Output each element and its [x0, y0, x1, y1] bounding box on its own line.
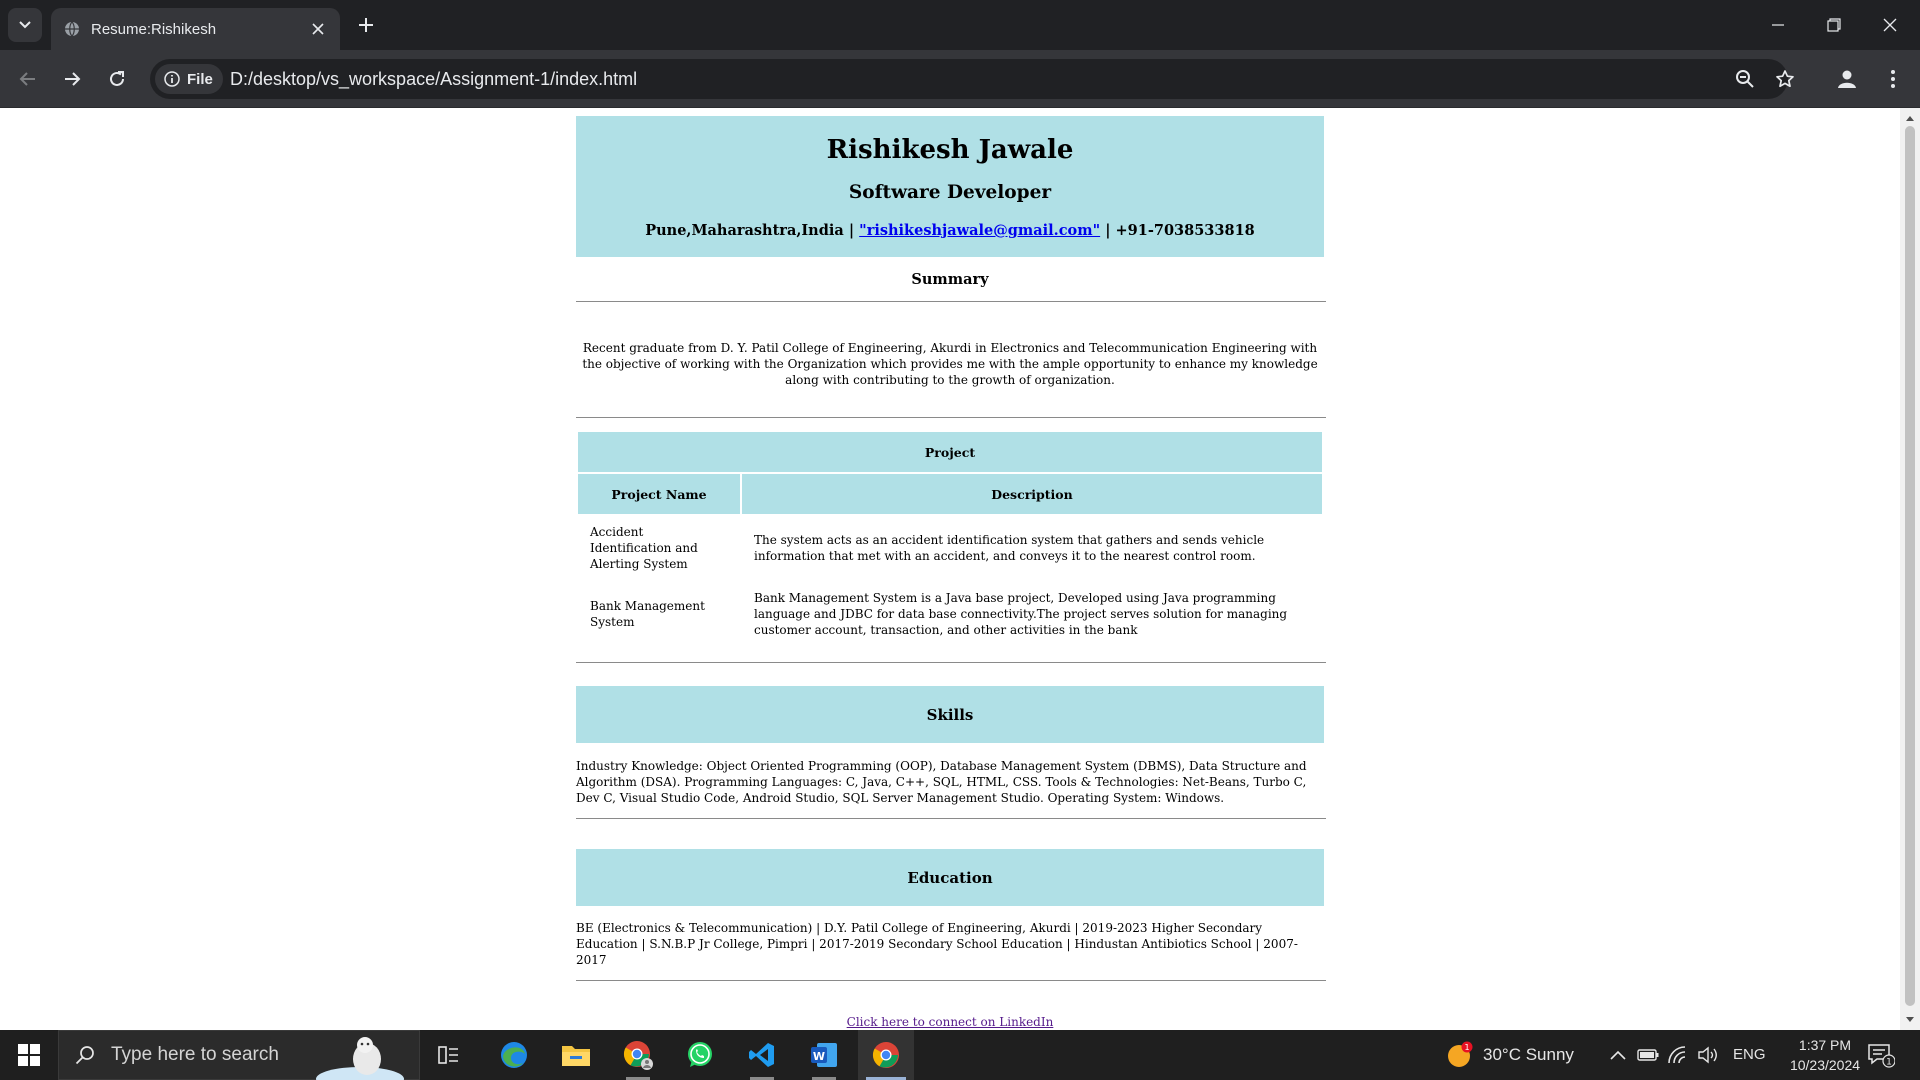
restore-icon — [1827, 18, 1841, 32]
scroll-up-icon[interactable] — [1905, 113, 1915, 123]
resume-page: Rishikesh Jawale Software Developer Pune… — [576, 116, 1326, 1030]
skills-text: Industry Knowledge: Object Oriented Prog… — [576, 759, 1307, 805]
close-icon — [1883, 18, 1897, 32]
search-placeholder: Type here to search — [111, 1044, 279, 1065]
search-highlight-image — [316, 1037, 404, 1080]
taskbar-search-box[interactable]: Type here to search — [58, 1030, 420, 1080]
edge-icon[interactable] — [486, 1030, 542, 1080]
chip-label: File — [187, 70, 213, 88]
skills-heading: Skills — [576, 686, 1324, 743]
whatsapp-icon[interactable] — [672, 1030, 728, 1080]
scroll-down-icon[interactable] — [1905, 1015, 1915, 1025]
svg-text:W: W — [813, 1050, 825, 1063]
contact-line: Pune,Maharashtra,India | "rishikeshjawal… — [576, 222, 1324, 239]
language-indicator[interactable]: ENG — [1733, 1046, 1766, 1063]
profile-icon[interactable] — [1829, 61, 1865, 97]
browser-toolbar: File D:/desktop/vs_workspace/Assignment-… — [0, 50, 1920, 108]
summary-text: Recent graduate from D. Y. Patil College… — [582, 341, 1318, 387]
browser-tab[interactable]: Resume:Rishikesh — [51, 8, 340, 50]
url-text[interactable]: D:/desktop/vs_workspace/Assignment-1/ind… — [230, 69, 637, 90]
kebab-menu-icon[interactable] — [1875, 61, 1911, 97]
task-view-icon[interactable] — [421, 1030, 477, 1080]
weather-icon[interactable]: 1 — [1446, 1041, 1474, 1069]
notification-count: 1 — [1886, 1058, 1892, 1068]
site-info-chip[interactable]: File — [155, 64, 223, 94]
education-heading: Education — [576, 849, 1324, 906]
start-button[interactable] — [0, 1030, 58, 1080]
forward-button[interactable] — [54, 61, 90, 97]
word-icon[interactable]: W — [796, 1030, 852, 1080]
column-header-description: Description — [742, 474, 1322, 514]
new-tab-button[interactable] — [352, 11, 380, 39]
info-icon — [164, 71, 180, 87]
column-header-project-name: Project Name — [578, 474, 740, 514]
plus-icon — [359, 18, 373, 32]
zoom-icon[interactable] — [1733, 67, 1757, 91]
windows-logo-icon — [18, 1044, 40, 1066]
summary-heading: Summary — [911, 271, 989, 288]
minimize-icon — [1772, 24, 1784, 26]
close-tab-icon[interactable] — [306, 17, 330, 41]
file-explorer-icon[interactable] — [548, 1030, 604, 1080]
notification-icon[interactable]: 1 — [1866, 1043, 1896, 1068]
candidate-name: Rishikesh Jawale — [826, 135, 1074, 165]
wifi-icon[interactable] — [1666, 1043, 1690, 1067]
phone-text: +91-7038533818 — [1115, 222, 1255, 239]
arrow-left-icon — [19, 72, 35, 86]
table-row: Bank Management System Bank Management S… — [578, 582, 1322, 646]
browser-tab-strip: Resume:Rishikesh — [0, 0, 1920, 50]
windows-taskbar: Type here to search W 1 30°C Sunny ENG 1… — [0, 1030, 1920, 1080]
restore-button[interactable] — [1806, 0, 1862, 50]
separator: | — [1100, 222, 1116, 239]
weather-badge: 1 — [1464, 1043, 1469, 1052]
arrow-right-icon — [65, 72, 81, 86]
close-window-button[interactable] — [1862, 0, 1918, 50]
page-viewport: Rishikesh Jawale Software Developer Pune… — [0, 108, 1920, 1030]
chrome-icon[interactable] — [858, 1030, 914, 1080]
globe-icon — [63, 20, 81, 38]
project-heading: Project — [578, 432, 1322, 472]
project-name-cell: Bank Management System — [590, 599, 705, 629]
table-row: Accident Identification and Alerting Sys… — [578, 516, 1322, 580]
vscode-icon[interactable] — [734, 1030, 790, 1080]
project-table: Project Project Name Description Acciden… — [576, 430, 1324, 648]
page-scrollbar[interactable] — [1900, 108, 1920, 1030]
chrome-profile-icon[interactable] — [610, 1030, 666, 1080]
separator: | — [843, 222, 860, 239]
resume-header: Rishikesh Jawale Software Developer Pune… — [576, 116, 1324, 257]
email-link[interactable]: "rishikeshjawale@gmail.com" — [859, 222, 1100, 239]
location-text: Pune,Maharashtra,India — [645, 222, 844, 239]
tab-search-button[interactable] — [8, 8, 42, 42]
minimize-button[interactable] — [1750, 0, 1806, 50]
reload-button[interactable] — [99, 61, 135, 97]
linkedin-link[interactable]: Click here to connect on LinkedIn — [847, 1015, 1054, 1029]
education-text: BE (Electronics & Telecommunication) | D… — [576, 921, 1298, 967]
project-description-cell: The system acts as an accident identific… — [754, 533, 1265, 563]
weather-text[interactable]: 30°C Sunny — [1483, 1045, 1574, 1065]
clock-time: 1:37 PM — [1798, 1037, 1852, 1053]
scrollbar-thumb[interactable] — [1905, 126, 1915, 1006]
clock-date: 10/23/2024 — [1789, 1057, 1861, 1073]
battery-icon[interactable] — [1636, 1043, 1660, 1067]
project-description-cell: Bank Management System is a Java base pr… — [754, 591, 1288, 637]
star-icon[interactable] — [1773, 67, 1797, 91]
chevron-up-icon[interactable] — [1606, 1043, 1630, 1067]
back-button[interactable] — [10, 61, 46, 97]
chevron-down-icon — [19, 21, 31, 29]
system-clock[interactable]: 1:37 PM 10/23/2024 — [1770, 1035, 1880, 1075]
project-name-cell: Accident Identification and Alerting Sys… — [590, 525, 698, 571]
volume-icon[interactable] — [1696, 1043, 1720, 1067]
search-icon — [75, 1046, 94, 1065]
address-bar[interactable]: File D:/desktop/vs_workspace/Assignment-… — [150, 59, 1794, 99]
reload-icon — [110, 71, 124, 86]
tab-title: Resume:Rishikesh — [91, 20, 217, 38]
candidate-role: Software Developer — [848, 182, 1052, 203]
